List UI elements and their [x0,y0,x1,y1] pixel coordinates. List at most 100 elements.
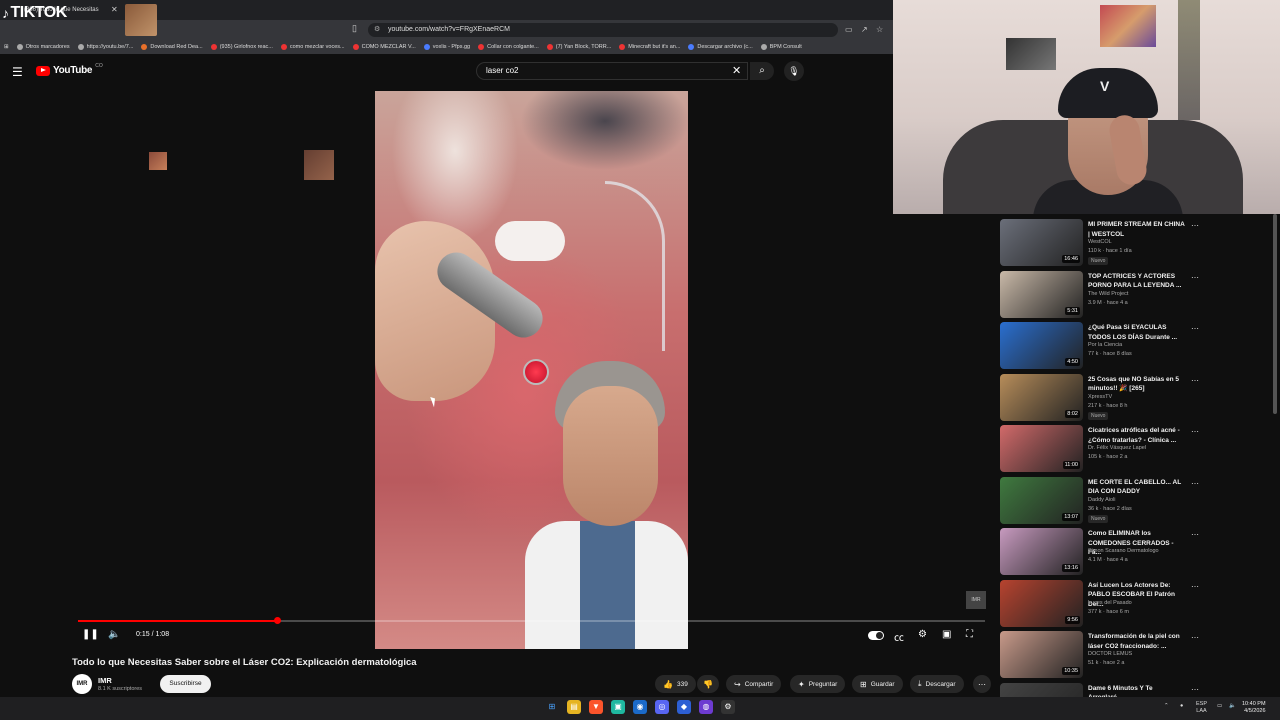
recommendation-channel[interactable]: Luces del Pasado [1088,600,1132,606]
more-options-icon[interactable]: ⋯ [1191,273,1199,282]
recommendation-thumbnail[interactable]: 11:00 [1000,425,1083,472]
bookmark-item[interactable]: Download Red Dea... [141,44,203,50]
more-options-icon[interactable]: ⋯ [1191,479,1199,488]
fullscreen-icon[interactable]: ⛶ [966,629,973,640]
search-input[interactable]: laser co2 [476,62,748,80]
channel-watermark[interactable]: IMR [966,591,986,609]
like-button[interactable]: 👍 339 [655,675,696,693]
recommendation-title[interactable]: TOP ACTRICES Y ACTORES PORNO PARA LA LEY… [1088,272,1188,291]
system-clock[interactable]: 10:40 PM 4/5/2026 [1242,701,1266,715]
recommendation-item[interactable]: 4:50 ¿Qué Pasa Si EYACULAS TODOS LOS DÍAS… [1000,322,1270,372]
miniplayer-icon[interactable]: ▣ [942,629,951,640]
brave-browser-icon[interactable]: ▼ [589,700,603,714]
bookmark-item[interactable]: Otros marcadores [16,44,70,50]
recommendation-item[interactable]: 16:46 MI PRIMER STREAM EN CHINA | WESTCOL… [1000,219,1270,269]
bookmark-item[interactable]: COMO MEZCLAR V... [352,44,416,50]
recommendation-channel[interactable]: Simon Scarano Dermatologo [1088,548,1159,554]
recommendation-channel[interactable]: The Wild Project [1088,291,1128,297]
recommendation-thumbnail[interactable]: 4:50 [1000,322,1083,369]
app-icon[interactable]: ◆ [677,700,691,714]
network-icon[interactable]: ▭ [1217,703,1222,710]
sidebar-scrollbar[interactable] [1273,214,1277,414]
apps-icon[interactable]: ⊞ [4,44,9,50]
language-indicator[interactable]: ESP LAA [1196,701,1207,715]
file-explorer-icon[interactable]: ▤ [567,700,581,714]
recommendation-title[interactable]: 25 Cosas que NO Sabías en 5 minutos!! 🎉 … [1088,375,1188,394]
recommendation-item[interactable]: 5:31 TOP ACTRICES Y ACTORES PORNO PARA LA… [1000,270,1270,321]
more-actions-button[interactable]: ⋯ [973,675,991,693]
recommendation-title[interactable]: Cicatrices atróficas del acné - ¿Cómo tr… [1088,426,1188,445]
volume-icon[interactable]: 🔈 [108,629,120,640]
bookmark-item[interactable]: voxlis - Pfps.gg [423,44,470,50]
install-icon[interactable]: ▭ [845,25,853,34]
tab-close-icon[interactable]: ✕ [111,5,118,14]
recommendation-channel[interactable]: DOCTOR LEMUS [1088,651,1132,657]
pause-icon[interactable]: ❚❚ [82,629,99,640]
bookmark-item[interactable]: (7) Yan Block, TORR... [546,44,611,50]
bookmark-item[interactable]: Collar con colgante... [478,44,539,50]
tray-app-icon[interactable]: ● [1180,703,1183,710]
bookmark-item[interactable]: https://youtu.be/7... [77,44,133,50]
progress-scrubber[interactable] [274,617,282,624]
recommendation-item[interactable]: 8:02 25 Cosas que NO Sabías en 5 minutos!… [1000,373,1270,424]
bookmark-item[interactable]: Minecraft but it's an... [619,44,680,50]
more-options-icon[interactable]: ⋯ [1191,633,1199,642]
recommendation-item[interactable]: 11:00 Cicatrices atróficas del acné - ¿Có… [1000,425,1270,475]
recommendation-thumbnail[interactable]: 13:16 [1000,528,1083,575]
more-options-icon[interactable]: ⋯ [1191,221,1199,230]
voice-search-button[interactable]: 🎙 [784,61,804,81]
url-field[interactable]: ⚙ youtube.com/watch?v=FRgXEnaeRCM [368,23,838,37]
app-icon[interactable]: ▣ [611,700,625,714]
recommendation-channel[interactable]: Daddy Aioli [1088,497,1116,503]
discord-icon[interactable]: ◎ [655,700,669,714]
dislike-button[interactable]: 👎 [697,675,719,693]
ask-button[interactable]: ✦ Preguntar [790,675,846,693]
recommendation-channel[interactable]: Dr. Félix Vásquez Lapel [1088,445,1146,451]
recommendation-channel[interactable]: Por la Ciencia [1088,342,1122,348]
save-button[interactable]: ⊞ Guardar [852,675,903,693]
video-frame[interactable] [375,91,688,649]
download-button[interactable]: ⤓ Descargar [910,675,964,693]
bookmark-item[interactable]: BPM Consult [760,44,802,50]
recommendation-title[interactable]: MI PRIMER STREAM EN CHINA | WESTCOL [1088,220,1188,239]
tray-chevron-icon[interactable]: ⌃ [1164,703,1169,710]
recommendation-title[interactable]: ¿Qué Pasa Si EYACULAS TODOS LOS DÍAS Dur… [1088,323,1188,342]
recommendation-title[interactable]: ME CORTE EL CABELLO... AL DIA CON DADDY [1088,478,1188,497]
subtitles-icon[interactable]: ㏄ [894,629,904,644]
more-options-icon[interactable]: ⋯ [1191,376,1199,385]
obs-icon[interactable]: ◍ [699,700,713,714]
recommendation-title[interactable]: Transformación de la piel con láser CO2 … [1088,632,1188,651]
youtube-logo[interactable]: YouTube CO [36,63,103,76]
recommendation-thumbnail[interactable]: 5:31 [1000,270,1083,318]
recommendation-channel[interactable]: WestCOL [1088,239,1112,245]
recommendation-item[interactable]: 9:56 Así Lucen Los Actores De: PABLO ESCO… [1000,579,1270,630]
recommendation-item[interactable]: 13:16 Como ELIMINAR los COMEDONES CERRADO… [1000,528,1270,578]
windows-start-icon[interactable]: ⊞ [545,700,559,714]
recommendation-thumbnail[interactable]: 8:02 [1000,373,1083,421]
channel-avatar[interactable]: IMR [72,674,92,694]
search-button[interactable]: ⌕ [750,62,774,80]
subscribe-button[interactable]: Suscribirse [160,675,211,693]
more-options-icon[interactable]: ⋯ [1191,427,1199,436]
bookmark-icon[interactable]: ▯ [352,23,357,34]
star-icon[interactable]: ☆ [876,25,883,34]
recommendation-thumbnail[interactable]: 16:46 [1000,219,1083,266]
bookmark-item[interactable]: Descargar archivo (c... [688,44,753,50]
recommendation-channel[interactable]: XpressTV [1088,394,1112,400]
menu-icon[interactable]: ☰ [12,65,23,79]
more-options-icon[interactable]: ⋯ [1191,324,1199,333]
share-icon[interactable]: ↗ [861,25,868,34]
recommendation-item[interactable]: 13:07 ME CORTE EL CABELLO... AL DIA CON D… [1000,476,1270,527]
clear-search-icon[interactable]: ✕ [732,64,741,77]
share-button[interactable]: ↪ Compartir [726,675,782,693]
speaker-icon[interactable]: 🔈 [1229,703,1236,710]
recommendation-thumbnail[interactable]: 9:56 [1000,579,1083,627]
recommendation-thumbnail[interactable]: 13:07 [1000,476,1083,524]
more-options-icon[interactable]: ⋯ [1191,685,1199,694]
channel-name[interactable]: IMR [98,676,112,685]
more-options-icon[interactable]: ⋯ [1191,530,1199,539]
bookmark-item[interactable]: como mezclar voces... [280,44,345,50]
steam-icon[interactable]: ◉ [633,700,647,714]
bookmark-item[interactable]: (935) Girlofnox reac... [210,44,273,50]
site-info-icon[interactable]: ⚙ [374,23,380,37]
